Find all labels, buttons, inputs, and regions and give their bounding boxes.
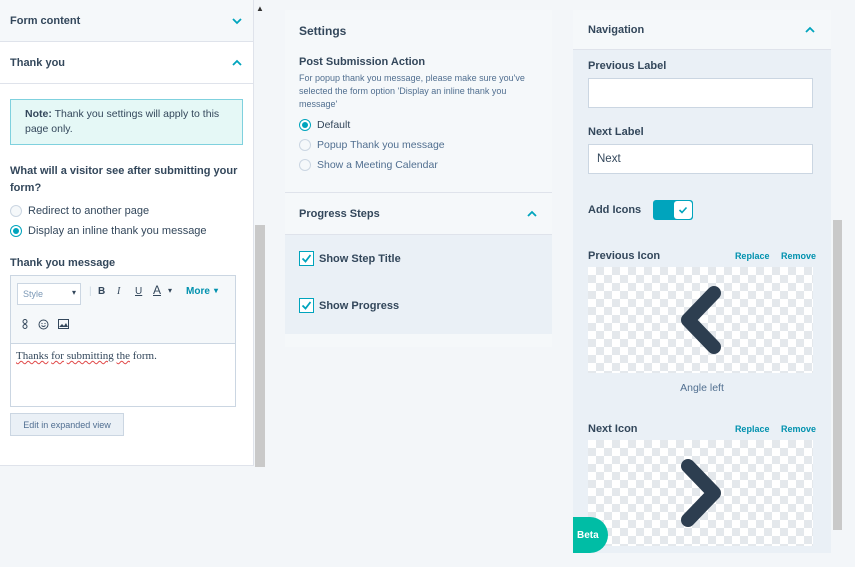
radio-button[interactable] — [299, 159, 311, 171]
radio-button[interactable] — [10, 205, 22, 217]
show-step-title-checkbox[interactable]: Show Step Title — [299, 250, 538, 267]
next-label-input[interactable]: Next — [588, 144, 813, 174]
thank-you-label: Thank you — [10, 56, 66, 69]
remove-previous-icon-link[interactable]: Remove — [781, 251, 816, 261]
more-chevron-icon[interactable]: ▾ — [214, 286, 218, 295]
message-word: Thanks — [16, 350, 49, 362]
form-content-label: Form content — [10, 14, 81, 27]
italic-button[interactable]: I — [117, 286, 120, 297]
toolbar-divider: | — [89, 286, 92, 297]
previous-icon-caption: Angle left — [680, 382, 724, 394]
note-bold: Note: — [25, 108, 52, 120]
message-word: the — [116, 350, 130, 362]
radio-redirect-label: Redirect to another page — [28, 205, 150, 217]
radio-meeting-calendar[interactable]: Show a Meeting Calendar — [299, 159, 538, 171]
link-icon[interactable] — [21, 319, 29, 332]
message-word: submitting — [66, 350, 114, 362]
add-icons-toggle[interactable] — [653, 200, 694, 220]
radio-redirect[interactable]: Redirect to another page — [10, 205, 243, 217]
radio-popup-label: Popup Thank you message — [317, 139, 445, 151]
settings-title: Settings — [299, 24, 347, 38]
chevron-up-icon[interactable] — [231, 57, 243, 69]
settings-panel: Settings Post Submission Action For popu… — [285, 10, 552, 347]
navigation-panel: Navigation Previous Label Next Label Nex… — [573, 10, 831, 553]
editor-toolbar: Style | B I U A ▾ More ▾ — [11, 276, 235, 344]
rich-text-editor: Style | B I U A ▾ More ▾ Thanks for subm… — [10, 275, 236, 407]
style-placeholder: Style — [23, 289, 44, 299]
check-icon — [674, 201, 693, 219]
chevron-down-icon[interactable] — [231, 15, 243, 27]
radio-default-label: Default — [317, 119, 351, 131]
bold-button[interactable]: B — [98, 286, 105, 297]
progress-steps-body: Show Step Title Show Progress — [285, 235, 552, 334]
font-color-button[interactable]: A — [153, 283, 161, 297]
image-icon[interactable] — [58, 319, 69, 332]
edit-expanded-view-button[interactable]: Edit in expanded view — [10, 413, 124, 436]
replace-previous-icon-link[interactable]: Replace — [735, 251, 770, 261]
add-icons-label: Add Icons — [588, 204, 642, 216]
message-word: form. — [132, 350, 157, 362]
radio-meeting-label: Show a Meeting Calendar — [317, 159, 438, 171]
message-word: for — [51, 350, 64, 362]
show-progress-checkbox[interactable]: Show Progress — [299, 297, 538, 314]
previous-icon-header: Previous Icon Replace Remove — [588, 250, 816, 262]
progress-steps-accordion-header[interactable]: Progress Steps — [285, 193, 552, 235]
angle-right-icon — [680, 459, 721, 527]
radio-popup-message[interactable]: Popup Thank you message — [299, 139, 538, 151]
visitor-question: What will a visitor see after submitting… — [10, 165, 238, 194]
chevron-up-icon[interactable] — [526, 208, 538, 220]
radio-default[interactable]: Default — [299, 119, 538, 131]
emoji-icon[interactable] — [38, 319, 49, 333]
next-label-title: Next Label — [588, 126, 644, 138]
radio-button-selected[interactable] — [299, 119, 311, 131]
left-scrollbar[interactable] — [255, 225, 265, 467]
note-text: Thank you settings will apply to this pa… — [25, 108, 220, 135]
form-content-accordion-header[interactable]: Form content — [0, 0, 253, 42]
previous-label-title: Previous Label — [588, 60, 667, 72]
underline-button[interactable]: U — [135, 286, 142, 297]
previous-icon-preview[interactable] — [588, 267, 813, 373]
radio-inline-message[interactable]: Display an inline thank you message — [10, 225, 243, 237]
show-progress-label: Show Progress — [319, 299, 400, 312]
previous-icon-title: Previous Icon — [588, 250, 661, 262]
progress-steps-label: Progress Steps — [299, 207, 380, 220]
navigation-label: Navigation — [588, 23, 645, 36]
beta-badge[interactable]: Beta — [573, 517, 608, 553]
radio-inline-label: Display an inline thank you message — [28, 225, 207, 237]
show-step-title-label: Show Step Title — [319, 252, 401, 265]
remove-next-icon-link[interactable]: Remove — [781, 424, 816, 434]
checkbox-checked[interactable] — [299, 251, 314, 266]
font-color-chevron-icon[interactable]: ▾ — [168, 286, 172, 295]
thank-you-panel: Form content Thank you Note: Thank you s… — [0, 0, 254, 466]
thank-you-message-label: Thank you message — [10, 257, 116, 269]
scroll-up-arrow-icon[interactable]: ▲ — [256, 4, 264, 13]
replace-next-icon-link[interactable]: Replace — [735, 424, 770, 434]
add-icons-row: Add Icons — [588, 200, 816, 220]
chevron-up-icon[interactable] — [804, 24, 816, 36]
radio-button[interactable] — [299, 139, 311, 151]
checkbox-checked[interactable] — [299, 298, 314, 313]
right-scrollbar[interactable] — [833, 220, 842, 530]
style-dropdown[interactable]: Style — [17, 283, 81, 305]
settings-section: Settings Post Submission Action For popu… — [285, 10, 552, 193]
message-text-area[interactable]: Thanks for submitting the form. — [11, 344, 235, 406]
post-submission-action-title: Post Submission Action — [299, 56, 426, 68]
post-submission-action-description: For popup thank you message, please make… — [299, 73, 525, 109]
angle-left-icon — [680, 286, 721, 354]
next-icon-preview[interactable] — [588, 440, 813, 546]
radio-button-selected[interactable] — [10, 225, 22, 237]
navigation-body: Previous Label Next Label Next Add Icons… — [573, 50, 831, 553]
next-icon-header: Next Icon Replace Remove — [588, 423, 816, 435]
thank-you-accordion-header[interactable]: Thank you — [0, 42, 253, 84]
navigation-accordion-header[interactable]: Navigation — [573, 10, 831, 50]
more-button[interactable]: More — [186, 286, 210, 297]
previous-label-input[interactable] — [588, 78, 813, 108]
next-icon-title: Next Icon — [588, 423, 638, 435]
thank-you-note: Note: Thank you settings will apply to t… — [10, 99, 243, 145]
